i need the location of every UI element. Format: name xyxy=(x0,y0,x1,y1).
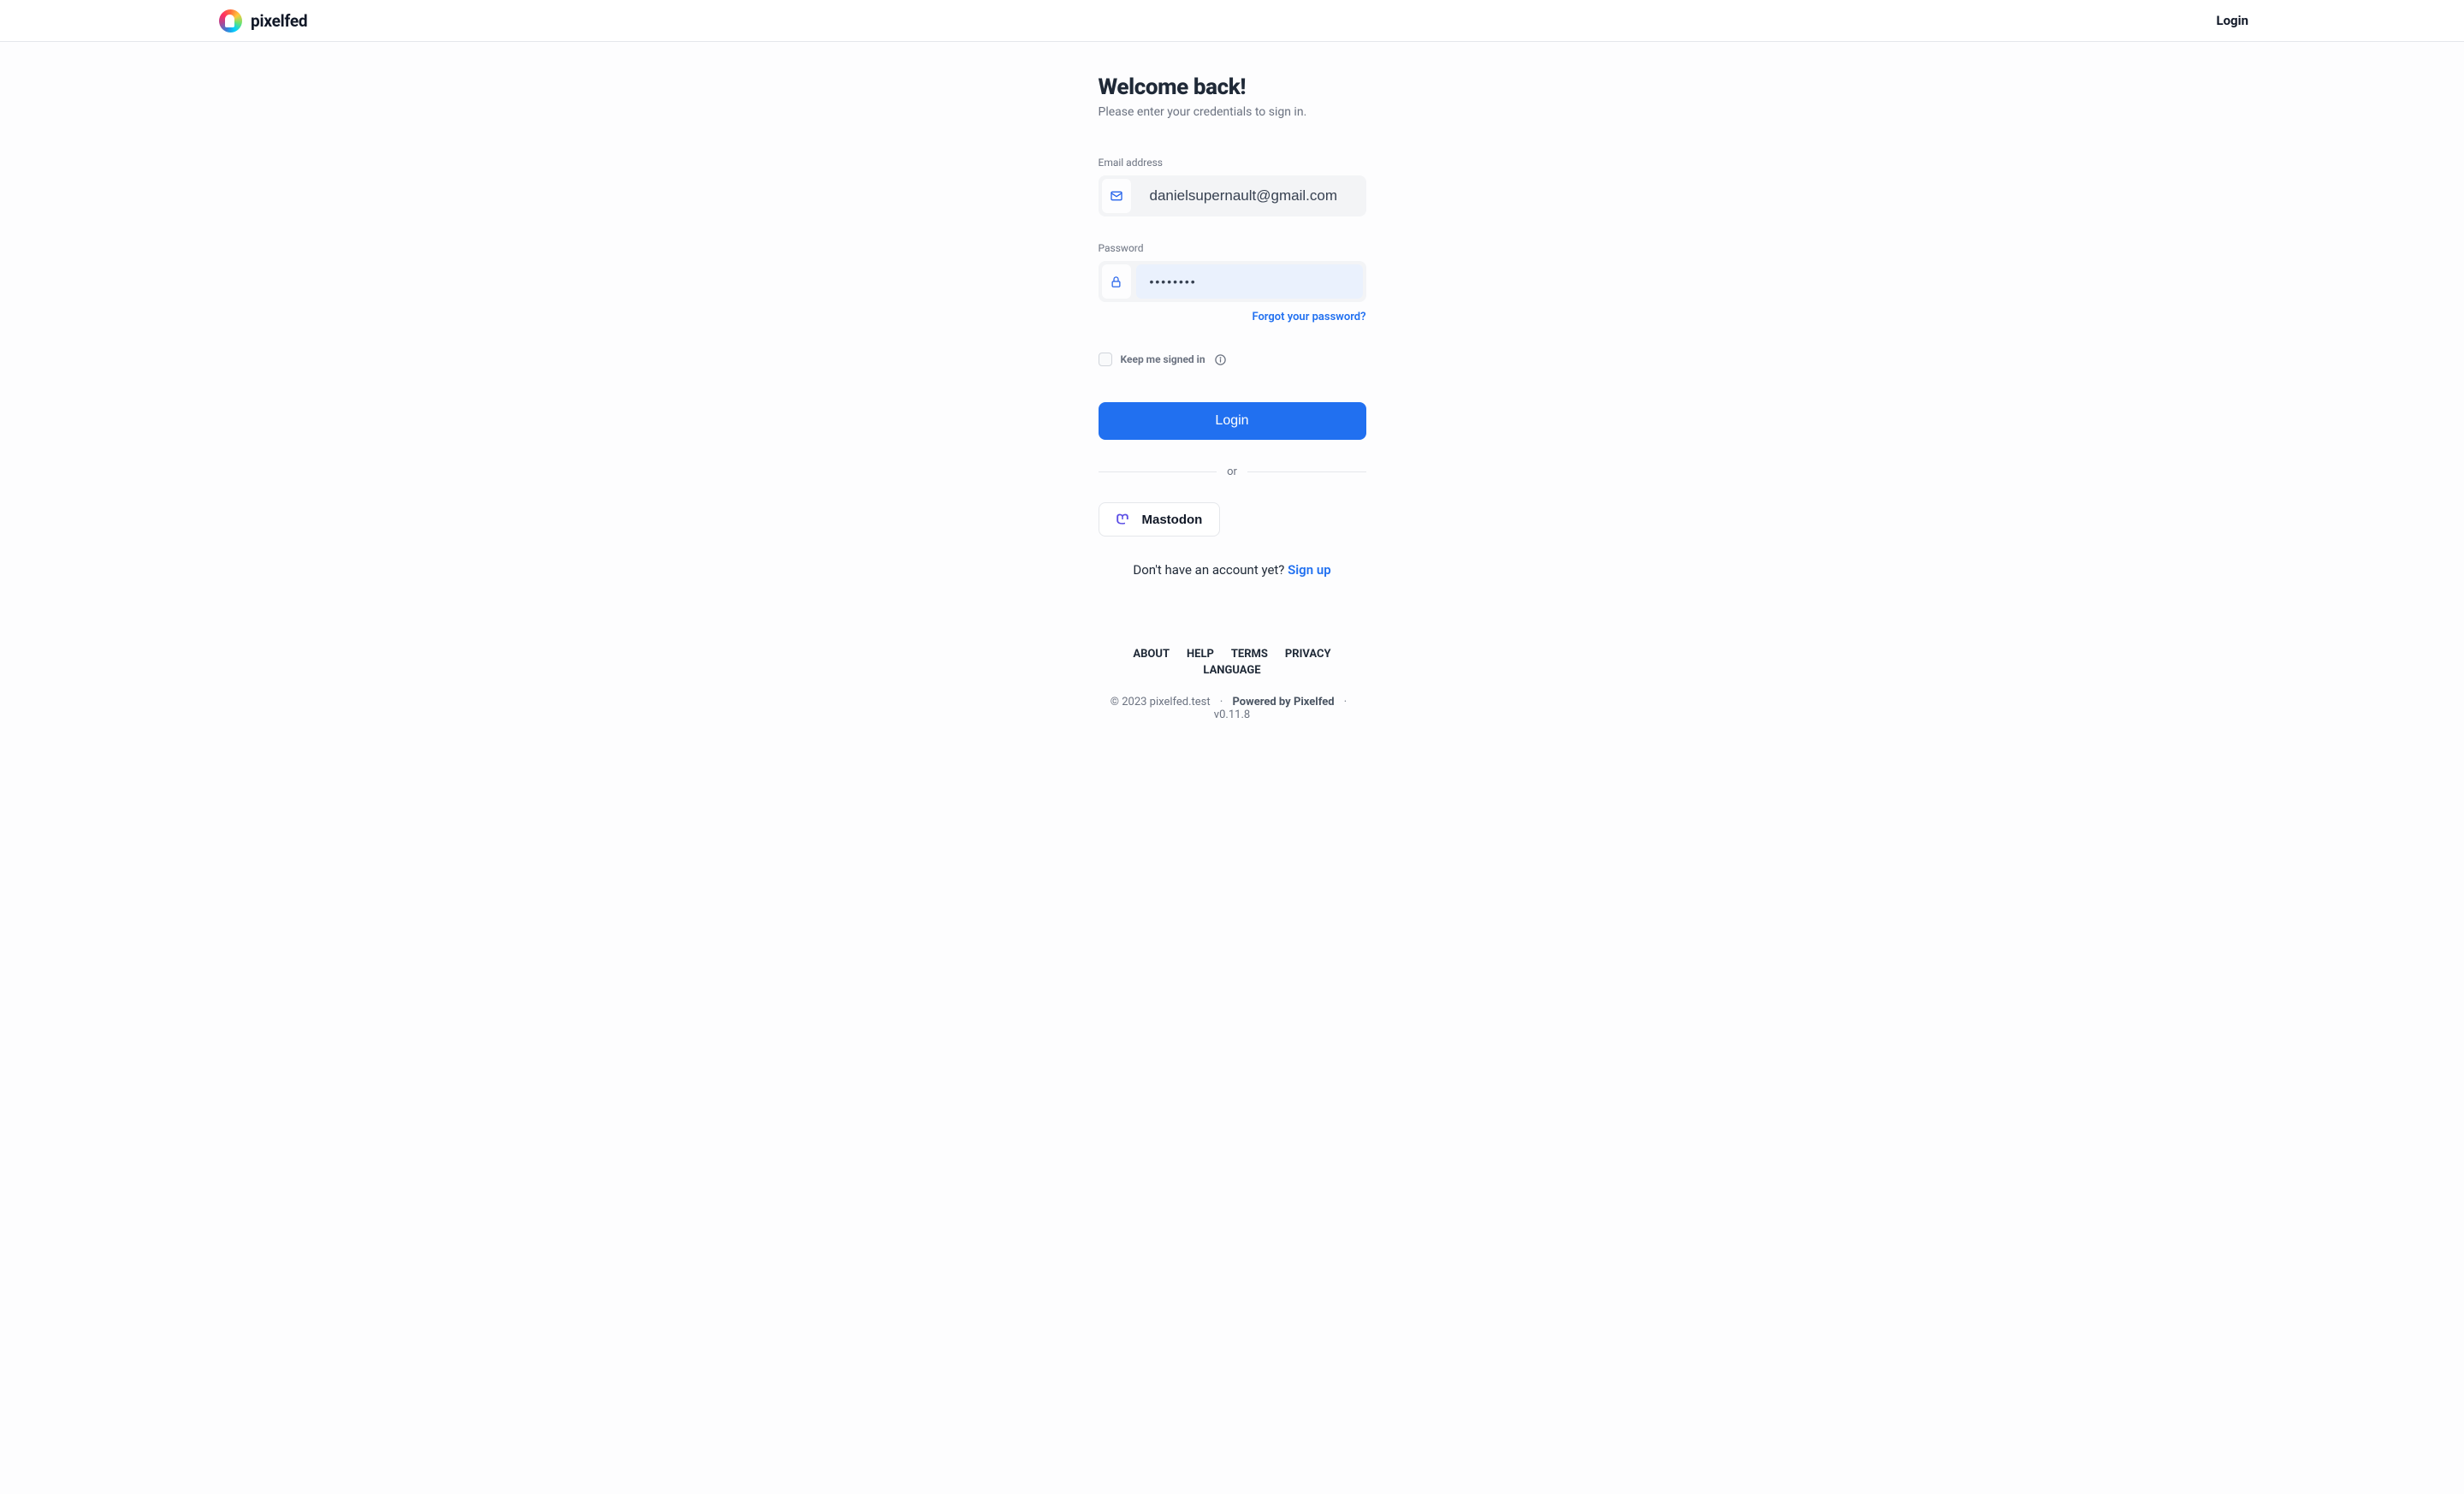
envelope-icon xyxy=(1102,179,1131,213)
email-field-group: Email address xyxy=(1099,157,1366,216)
login-button[interactable]: Login xyxy=(1099,402,1366,440)
password-label: Password xyxy=(1099,242,1366,254)
signup-line: Don't have an account yet? Sign up xyxy=(1099,562,1366,578)
divider-line-left xyxy=(1099,471,1217,472)
page-subtitle: Please enter your credentials to sign in… xyxy=(1099,105,1366,119)
email-input-wrap xyxy=(1099,175,1366,216)
footer-copyright: © 2023 pixelfed.test xyxy=(1111,696,1211,708)
signup-link[interactable]: Sign up xyxy=(1288,562,1331,578)
divider-line-right xyxy=(1247,471,1366,472)
mastodon-icon xyxy=(1115,512,1130,527)
brand-name: pixelfed xyxy=(251,11,307,31)
info-icon[interactable] xyxy=(1214,353,1227,366)
footer-link-terms[interactable]: TERMS xyxy=(1231,648,1268,661)
email-label: Email address xyxy=(1099,157,1366,169)
page-title: Welcome back! xyxy=(1099,74,1366,100)
divider: or xyxy=(1099,465,1366,478)
remember-checkbox[interactable] xyxy=(1099,353,1112,366)
footer-powered-by[interactable]: Powered by Pixelfed xyxy=(1233,696,1335,708)
footer-links: ABOUT HELP TERMS PRIVACY LANGUAGE xyxy=(1099,644,1366,677)
password-field-group: Password Forgot your password? xyxy=(1099,242,1366,323)
forgot-password-link[interactable]: Forgot your password? xyxy=(1099,311,1366,323)
remember-label: Keep me signed in xyxy=(1121,353,1205,365)
lock-icon xyxy=(1102,264,1131,299)
remember-row: Keep me signed in xyxy=(1099,353,1366,366)
login-card: Welcome back! Please enter your credenti… xyxy=(1099,42,1366,721)
brand[interactable]: pixelfed xyxy=(219,9,307,33)
footer-meta: © 2023 pixelfed.test · Powered by Pixelf… xyxy=(1099,696,1366,721)
footer-link-about[interactable]: ABOUT xyxy=(1133,648,1170,661)
divider-text: or xyxy=(1227,465,1237,478)
footer-link-language[interactable]: LANGUAGE xyxy=(1203,664,1260,677)
password-input-wrap xyxy=(1099,261,1366,302)
footer-link-help[interactable]: HELP xyxy=(1187,648,1214,661)
signup-prompt: Don't have an account yet? xyxy=(1133,562,1288,578)
mastodon-label: Mastodon xyxy=(1142,513,1203,527)
mastodon-button[interactable]: Mastodon xyxy=(1099,502,1221,537)
footer: ABOUT HELP TERMS PRIVACY LANGUAGE © 2023… xyxy=(1099,644,1366,721)
footer-link-privacy[interactable]: PRIVACY xyxy=(1285,648,1331,661)
topbar: pixelfed Login xyxy=(0,0,2464,42)
email-input[interactable] xyxy=(1136,179,1363,213)
topbar-login-link[interactable]: Login xyxy=(2216,13,2248,28)
footer-version: v0.11.8 xyxy=(1214,708,1250,721)
password-input[interactable] xyxy=(1136,264,1363,299)
pixelfed-logo-icon xyxy=(219,9,242,33)
